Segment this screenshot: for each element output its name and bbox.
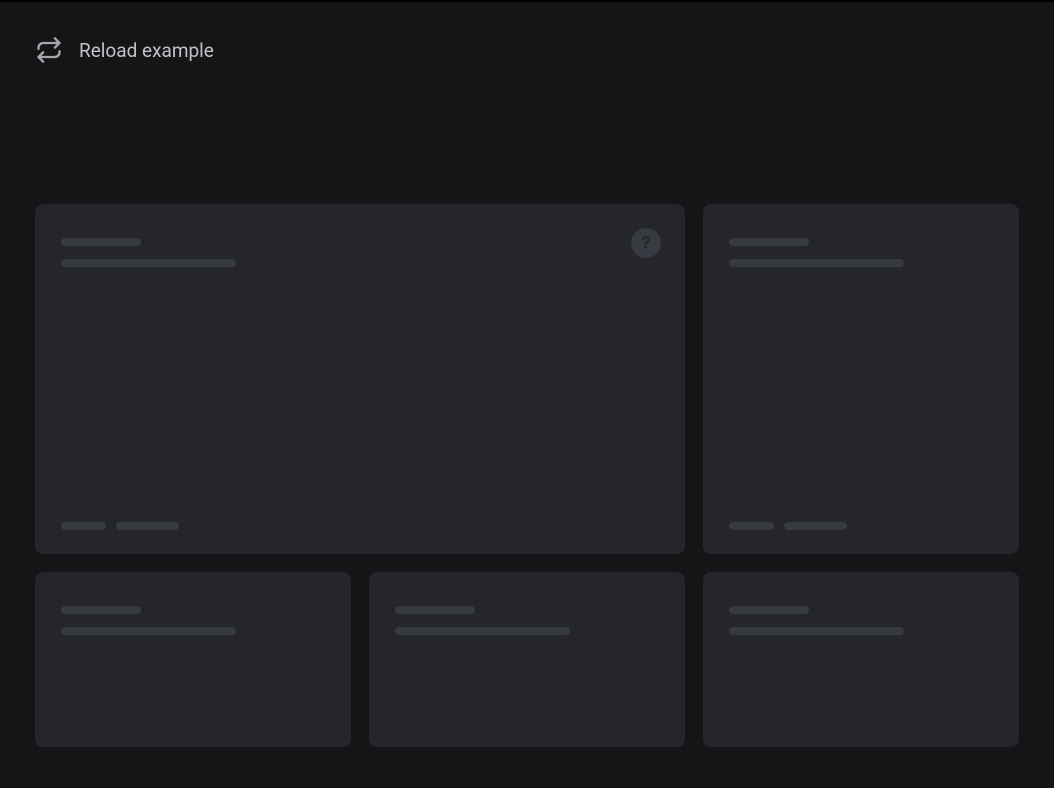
card-header-placeholder <box>61 606 325 635</box>
skeleton-line <box>61 606 141 614</box>
skeleton-line <box>61 259 236 267</box>
skeleton-card <box>703 204 1019 554</box>
help-glyph: ? <box>642 233 651 254</box>
skeleton-line <box>116 522 179 530</box>
skeleton-line <box>729 627 904 635</box>
skeleton-line <box>784 522 847 530</box>
skeleton-line <box>729 606 809 614</box>
skeleton-line <box>61 238 141 246</box>
card-header-placeholder <box>61 238 659 267</box>
skeleton-card <box>369 572 685 747</box>
card-header-placeholder <box>395 606 659 635</box>
skeleton-line <box>395 606 475 614</box>
card-header-placeholder <box>729 606 993 635</box>
skeleton-line <box>61 522 106 530</box>
skeleton-line <box>395 627 570 635</box>
skeleton-line <box>61 627 236 635</box>
help-icon[interactable]: ? <box>631 228 661 258</box>
skeleton-card: ? <box>35 204 685 554</box>
header: Reload example <box>0 2 1054 64</box>
skeleton-line <box>729 259 904 267</box>
skeleton-card <box>35 572 351 747</box>
reload-icon[interactable] <box>35 36 63 64</box>
reload-button-label[interactable]: Reload example <box>79 39 214 62</box>
skeleton-line <box>729 522 774 530</box>
skeleton-card <box>703 572 1019 747</box>
card-header-placeholder <box>729 238 993 267</box>
card-footer-placeholder <box>729 522 993 530</box>
skeleton-line <box>729 238 809 246</box>
card-grid: ? <box>0 64 1054 747</box>
card-footer-placeholder <box>61 522 659 530</box>
